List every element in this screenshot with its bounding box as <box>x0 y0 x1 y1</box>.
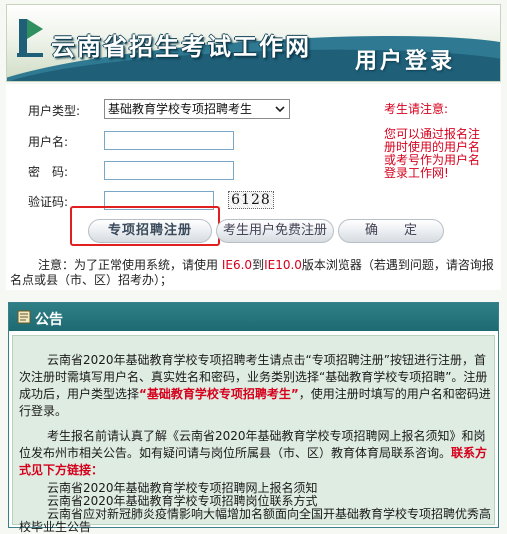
announcement-para-1: 云南省2020年基础教育学校专项招聘考生请点击“专项招聘注册”按钮进行注册，首次… <box>19 352 495 420</box>
site-logo-icon <box>17 19 43 57</box>
login-title: 用户登录 <box>355 49 456 74</box>
chevron-down-icon <box>275 106 285 113</box>
notice-icon <box>17 310 31 324</box>
announcement-title: 公告 <box>35 312 63 328</box>
header-banner: 云南省招生考试工作网 用户登录 <box>6 4 501 82</box>
note-ie10: IE10.0 <box>264 258 302 272</box>
user-type-value: 基础教育学校专项招聘考生 <box>108 102 253 116</box>
notice-body: 您可以通过报名注册时使用的用户名或考号作为用户名登录工作网! <box>384 127 481 180</box>
announcement-header: 公告 <box>9 303 498 331</box>
password-label: 密 码: <box>28 165 69 179</box>
note-to: 到 <box>252 258 265 272</box>
notice-title: 考生请注意: <box>384 102 449 116</box>
user-type-select[interactable]: 基础教育学校专项招聘考生 <box>104 99 290 119</box>
browser-note: 注意：为了正常使用系统，请使用 IE6.0到IE10.0版本浏览器（若遇到问题，… <box>10 258 498 288</box>
para1-highlight: “基础教育学校专项招聘考生” <box>139 387 299 401</box>
special-recruit-register-button[interactable]: 专项招聘注册 <box>88 219 212 243</box>
site-title: 云南省招生考试工作网 <box>51 33 311 61</box>
announcement-panel: 公告 云南省2020年基础教育学校专项招聘考生请点击“专项招聘注册”按钮进行注册… <box>8 302 499 534</box>
username-input[interactable] <box>104 131 234 150</box>
para2-text-a: 考生报名前请认真了解《云南省2020年基础教育学校专项招聘网上报名须知》和岗位发… <box>19 429 486 460</box>
announcement-body: 云南省2020年基础教育学校专项招聘考生请点击“专项招聘注册”按钮进行注册，首次… <box>12 335 495 534</box>
free-register-button[interactable]: 考生用户免费注册 <box>216 219 334 243</box>
captcha-image[interactable]: 6128 <box>228 191 274 209</box>
link-expanded-recruitment[interactable]: 云南省应对新冠肺炎疫情影响大幅增加名额面向全国开基础教育学校专项招聘优秀高校毕业… <box>19 508 495 534</box>
announcement-para-2: 考生报名前请认真了解《云南省2020年基础教育学校专项招聘网上报名须知》和岗位发… <box>19 428 495 479</box>
username-label: 用户名: <box>28 135 69 149</box>
page: 云南省招生考试工作网 用户登录 用户类型: 基础教育学校专项招聘考生 用户名: … <box>0 0 507 534</box>
password-input[interactable] <box>104 161 234 180</box>
confirm-button[interactable]: 确 定 <box>338 219 444 243</box>
captcha-label: 验证码: <box>28 195 69 209</box>
note-ie6: IE6.0 <box>221 258 253 272</box>
user-type-label: 用户类型: <box>28 104 81 118</box>
note-prefix: 注意：为了正常使用系统，请使用 <box>38 258 219 272</box>
